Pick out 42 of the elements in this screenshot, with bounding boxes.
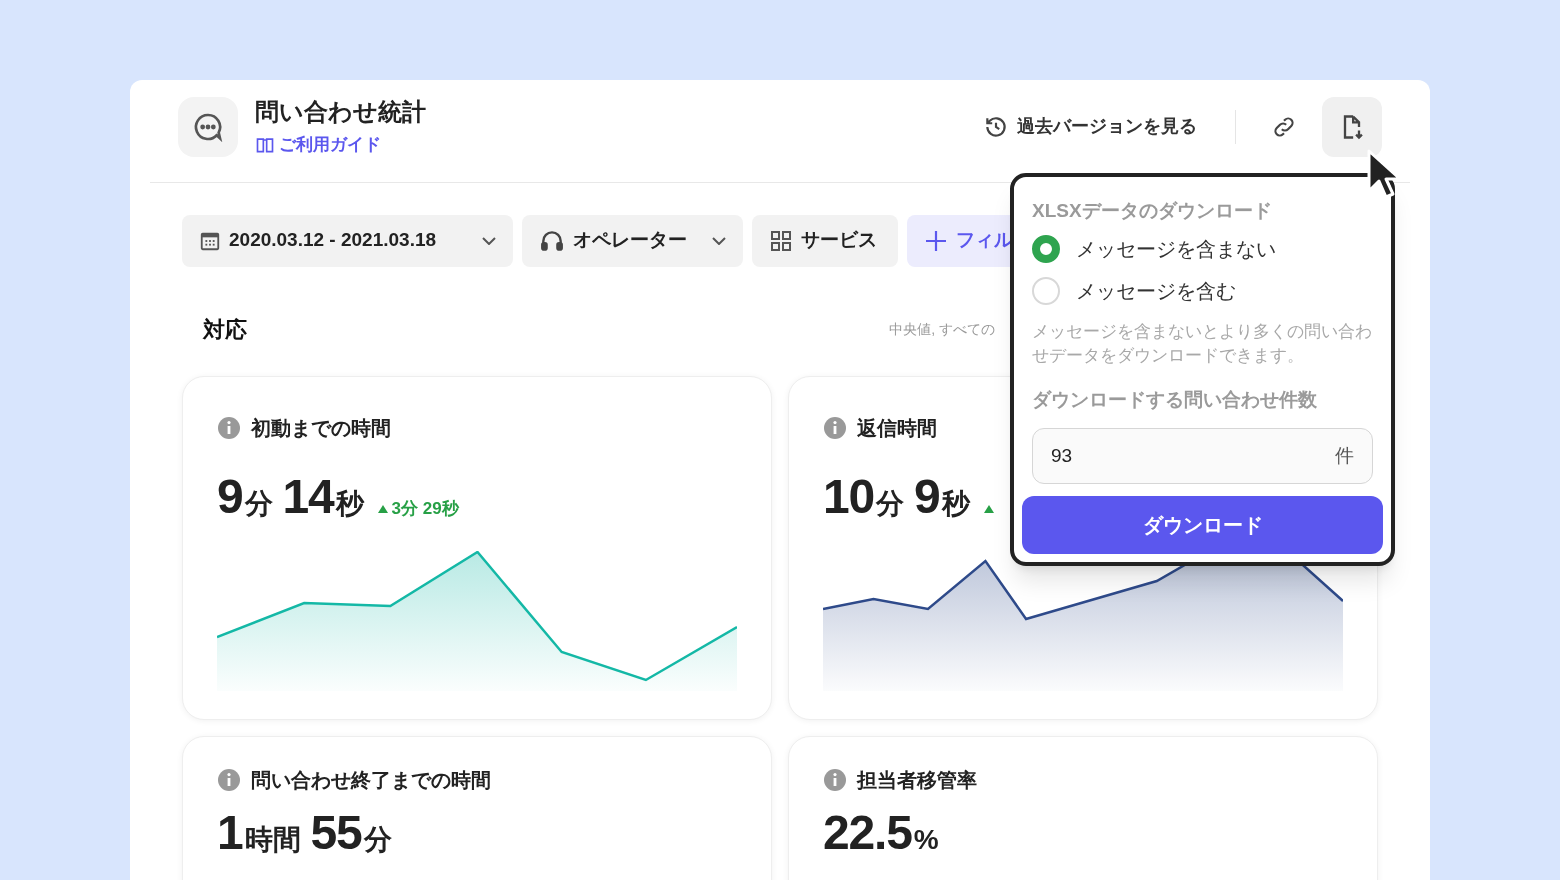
info-icon <box>823 767 847 792</box>
info-icon <box>217 415 241 440</box>
metric-unit: 時間 <box>244 822 301 857</box>
info-icon <box>823 415 847 440</box>
history-button[interactable]: 過去バージョンを見る <box>975 113 1205 141</box>
metric-value: 22.5 <box>823 804 912 861</box>
chat-icon <box>178 96 238 157</box>
count-label: ダウンロードする問い合わせ件数 <box>1032 387 1318 412</box>
metric-unit: 分 <box>876 486 904 521</box>
metric-change: 3分 29秒 <box>391 497 459 520</box>
export-file-button[interactable] <box>1322 96 1382 157</box>
metric-value: 10 <box>823 468 874 525</box>
metric-unit: 分 <box>363 822 392 857</box>
metric-value: 1 <box>217 804 243 861</box>
section-note: 中央値, すべての <box>889 319 995 339</box>
help-text: メッセージを含まないとより多くの問い合わせデータをダウンロードできます。 <box>1032 320 1373 367</box>
filter-dropdown[interactable]: オペレーター <box>522 214 743 267</box>
filter-dropdown[interactable]: サービス <box>752 214 898 267</box>
metric-unit: 分 <box>244 486 273 521</box>
metric-value: 9 <box>914 468 940 525</box>
metric-unit: 秒 <box>941 486 970 521</box>
plus-icon <box>924 228 948 253</box>
metric-unit: 秒 <box>335 487 364 521</box>
metric-title: 初動までの時間 <box>251 415 391 441</box>
radio-option[interactable]: メッセージを含む <box>1032 275 1373 306</box>
count-input[interactable]: 93 件 <box>1032 428 1373 484</box>
metric-title: 担当者移管率 <box>857 767 977 793</box>
download-button[interactable]: ダウンロード <box>1022 496 1383 554</box>
grid-icon <box>769 228 793 253</box>
radio-button[interactable] <box>1032 234 1060 263</box>
metric-value: 14 <box>282 468 334 525</box>
metric-unit: % <box>913 822 939 857</box>
info-icon <box>217 767 241 792</box>
metric-title: 返信時間 <box>857 415 937 441</box>
metric-value: 9 <box>217 468 243 525</box>
metric-value: 55 <box>310 804 362 861</box>
guide-link[interactable]: ご利用ガイド <box>255 132 426 158</box>
section-title: 対応 <box>203 315 247 344</box>
metric-title: 問い合わせ終了までの時間 <box>251 767 491 793</box>
count-value[interactable]: 93 <box>1051 441 1335 471</box>
filter-dropdown[interactable]: 2020.03.12 - 2021.03.18 <box>182 214 513 267</box>
page-title: 問い合わせ統計 <box>255 97 426 127</box>
